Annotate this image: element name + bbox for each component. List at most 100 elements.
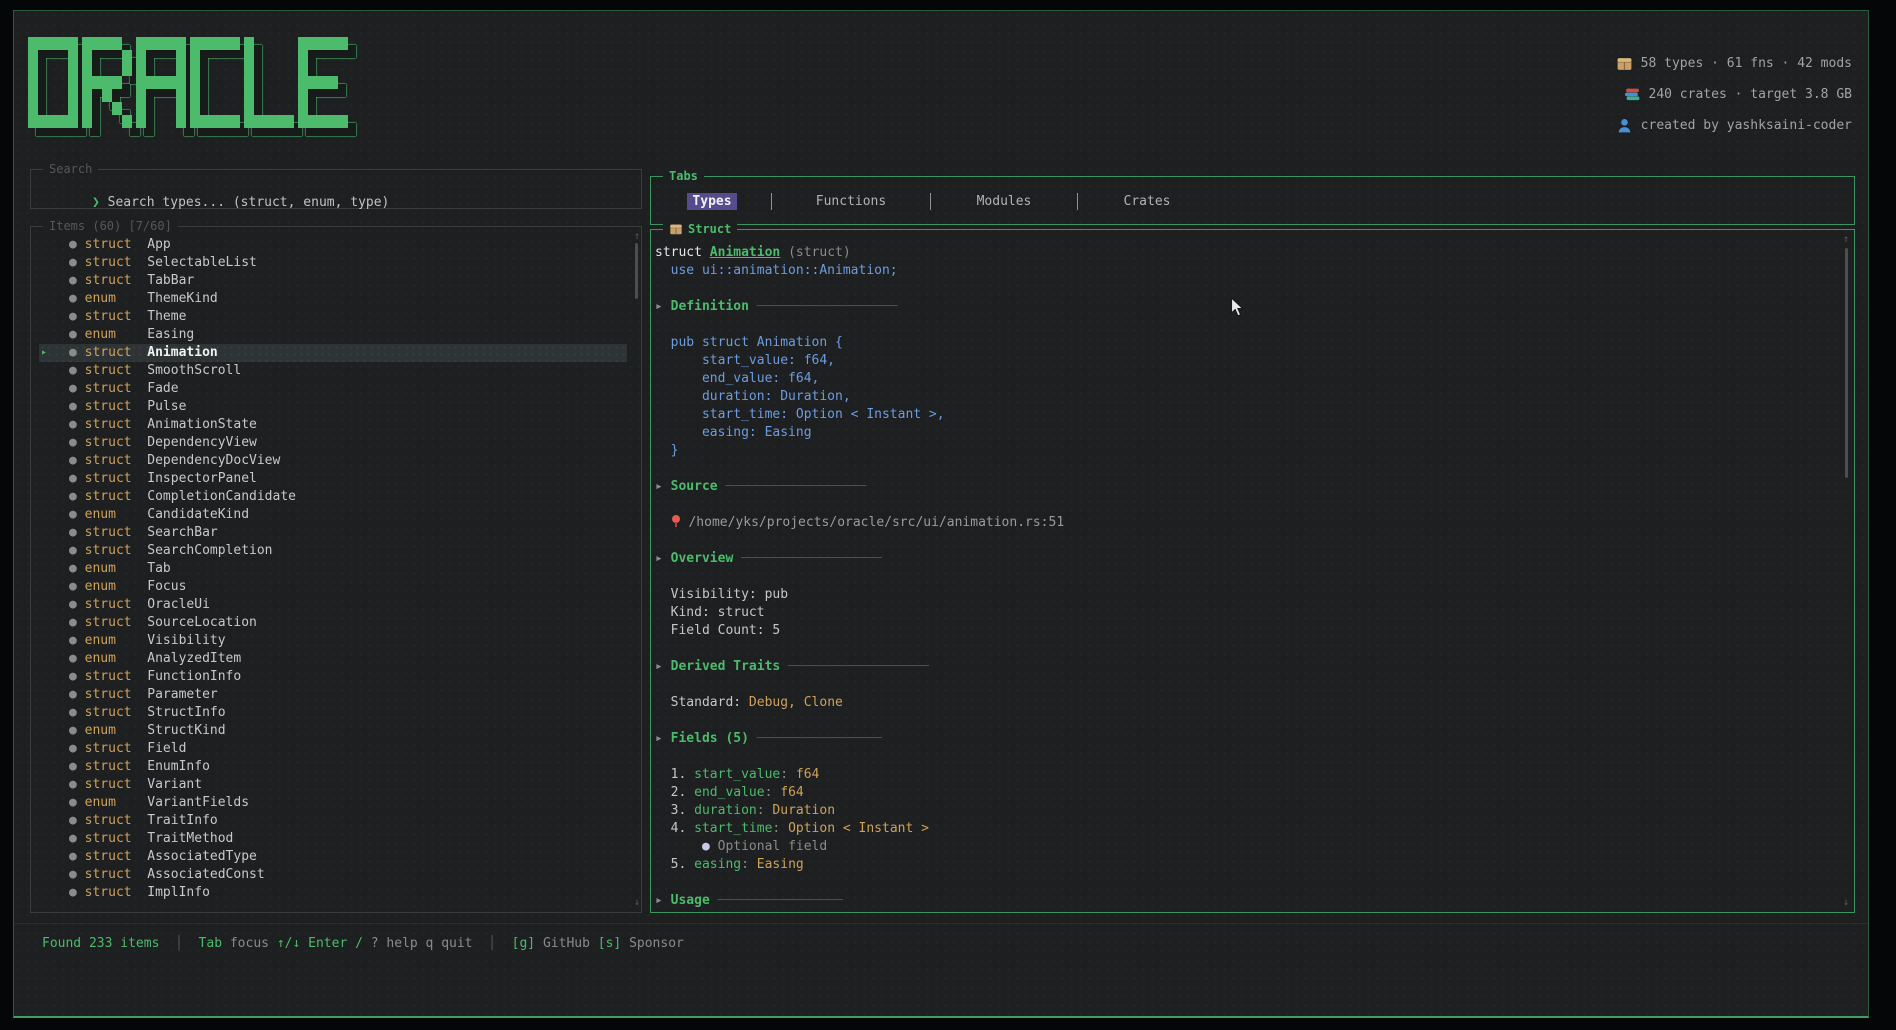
list-item-Theme[interactable]: ● struct Theme (39, 308, 633, 326)
item-bullet-icon: ● (69, 705, 85, 720)
detail-line-19: Visibility: pub (655, 586, 1840, 604)
list-item-TraitMethod[interactable]: ● struct TraitMethod (39, 830, 633, 848)
list-item-OracleUi[interactable]: ● struct OracleUi (39, 596, 633, 614)
logo-main (28, 37, 348, 128)
item-kind: struct (85, 741, 148, 756)
detail-line-4 (655, 316, 1840, 334)
list-item-Tab[interactable]: ● enum Tab (39, 560, 633, 578)
list-item-SelectableList[interactable]: ● struct SelectableList (39, 254, 633, 272)
item-kind: struct (85, 237, 148, 252)
selected-arrow-icon: ▸ (41, 344, 47, 362)
item-kind: struct (85, 399, 148, 414)
list-item-Variant[interactable]: ● struct Variant (39, 776, 633, 794)
item-kind: struct (85, 273, 148, 288)
item-bullet-icon: ● (69, 723, 85, 738)
items-scroll-up-icon[interactable]: ↑ (632, 231, 642, 242)
list-item-ThemeKind[interactable]: ● enum ThemeKind (39, 290, 633, 308)
list-item-StructKind[interactable]: ● enum StructKind (39, 722, 633, 740)
detail-line-8: duration: Duration, (655, 388, 1840, 406)
list-item-Focus[interactable]: ● enum Focus (39, 578, 633, 596)
list-item-CompletionCandidate[interactable]: ● struct CompletionCandidate (39, 488, 633, 506)
detail-line-11: } (655, 442, 1840, 460)
item-kind: enum (85, 561, 148, 576)
tab-functions[interactable]: Functions (772, 194, 930, 209)
item-name: CandidateKind (147, 507, 249, 522)
package-icon (1616, 55, 1633, 72)
detail-scroll-down-icon[interactable]: ↓ (1841, 897, 1851, 908)
tab-crates[interactable]: Crates (1078, 194, 1216, 209)
list-item-AssociatedType[interactable]: ● struct AssociatedType (39, 848, 633, 866)
list-item-StructInfo[interactable]: ● struct StructInfo (39, 704, 633, 722)
item-name: InspectorPanel (147, 471, 257, 486)
item-bullet-icon: ● (69, 327, 85, 342)
detail-line-6: start_value: f64, (655, 352, 1840, 370)
list-item-Parameter[interactable]: ● struct Parameter (39, 686, 633, 704)
list-item-App[interactable]: ● struct App (39, 236, 633, 254)
status-bar: Found 233 items │ Tab focus ↑/↓ Enter / … (14, 923, 1868, 951)
search-box[interactable]: Search ❯ Search types... (struct, enum, … (30, 169, 642, 209)
list-item-AnalyzedItem[interactable]: ● enum AnalyzedItem (39, 650, 633, 668)
detail-line-18 (655, 568, 1840, 586)
list-item-InspectorPanel[interactable]: ● struct InspectorPanel (39, 470, 633, 488)
detail-line-36: ▸ Usage ──────────────── (655, 892, 1840, 910)
tab-types[interactable]: Types (653, 193, 771, 210)
list-item-VariantFields[interactable]: ● enum VariantFields (39, 794, 633, 812)
item-kind: struct (85, 417, 148, 432)
list-item-AssociatedConst[interactable]: ● struct AssociatedConst (39, 866, 633, 884)
item-name: Easing (147, 327, 194, 342)
item-kind: struct (85, 543, 148, 558)
list-item-FunctionInfo[interactable]: ● struct FunctionInfo (39, 668, 633, 686)
tab-modules[interactable]: Modules (931, 194, 1077, 209)
items-scrollbar[interactable] (635, 243, 638, 299)
list-item-DependencyView[interactable]: ● struct DependencyView (39, 434, 633, 452)
detail-scroll-up-icon[interactable]: ↑ (1841, 234, 1851, 245)
item-kind: struct (85, 777, 148, 792)
item-kind: struct (85, 597, 148, 612)
mouse-cursor (1230, 297, 1245, 322)
detail-line-14 (655, 496, 1840, 514)
item-name: TabBar (147, 273, 194, 288)
list-item-EnumInfo[interactable]: ● struct EnumInfo (39, 758, 633, 776)
item-name: OracleUi (147, 597, 210, 612)
list-item-Fade[interactable]: ● struct Fade (39, 380, 633, 398)
item-kind: struct (85, 849, 148, 864)
list-item-DependencyDocView[interactable]: ● struct DependencyDocView (39, 452, 633, 470)
item-kind: enum (85, 579, 148, 594)
list-item-Animation[interactable]: ▸● struct Animation (39, 344, 627, 362)
list-item-TraitInfo[interactable]: ● struct TraitInfo (39, 812, 633, 830)
list-item-SmoothScroll[interactable]: ● struct SmoothScroll (39, 362, 633, 380)
list-item-ImplInfo[interactable]: ● struct ImplInfo (39, 884, 633, 902)
books-icon (1624, 86, 1641, 103)
list-item-AnimationState[interactable]: ● struct AnimationState (39, 416, 633, 434)
item-bullet-icon: ● (69, 237, 85, 252)
stat-row-2: created by yashksaini-coder (1616, 117, 1852, 134)
detail-scrollbar[interactable] (1845, 248, 1848, 478)
detail-line-9: start_time: Option < Instant >, (655, 406, 1840, 424)
item-name: SearchBar (147, 525, 217, 540)
list-item-Field[interactable]: ● struct Field (39, 740, 633, 758)
item-name: ThemeKind (147, 291, 217, 306)
item-kind: struct (85, 453, 148, 468)
list-item-SearchCompletion[interactable]: ● struct SearchCompletion (39, 542, 633, 560)
list-item-Easing[interactable]: ● enum Easing (39, 326, 633, 344)
item-name: StructKind (147, 723, 225, 738)
list-item-Visibility[interactable]: ● enum Visibility (39, 632, 633, 650)
list-item-Pulse[interactable]: ● struct Pulse (39, 398, 633, 416)
tabs-panel-label: Tabs (663, 169, 704, 183)
detail-line-22 (655, 640, 1840, 658)
item-bullet-icon: ● (69, 489, 85, 504)
list-item-TabBar[interactable]: ● struct TabBar (39, 272, 633, 290)
item-name: App (147, 237, 170, 252)
list-item-SourceLocation[interactable]: ● struct SourceLocation (39, 614, 633, 632)
detail-line-15: /home/yks/projects/oracle/src/ui/animati… (655, 514, 1840, 532)
prompt-chevron-icon: ❯ (92, 195, 100, 210)
item-bullet-icon: ● (69, 885, 85, 900)
detail-line-29: 1. start_value: f64 (655, 766, 1840, 784)
list-item-SearchBar[interactable]: ● struct SearchBar (39, 524, 633, 542)
item-bullet-icon: ● (69, 255, 85, 270)
list-item-CandidateKind[interactable]: ● enum CandidateKind (39, 506, 633, 524)
items-panel-label: Items (60) [7/60] (43, 219, 178, 233)
items-scroll-down-icon[interactable]: ↓ (632, 897, 642, 908)
item-kind: struct (85, 759, 148, 774)
item-kind: struct (85, 363, 148, 378)
